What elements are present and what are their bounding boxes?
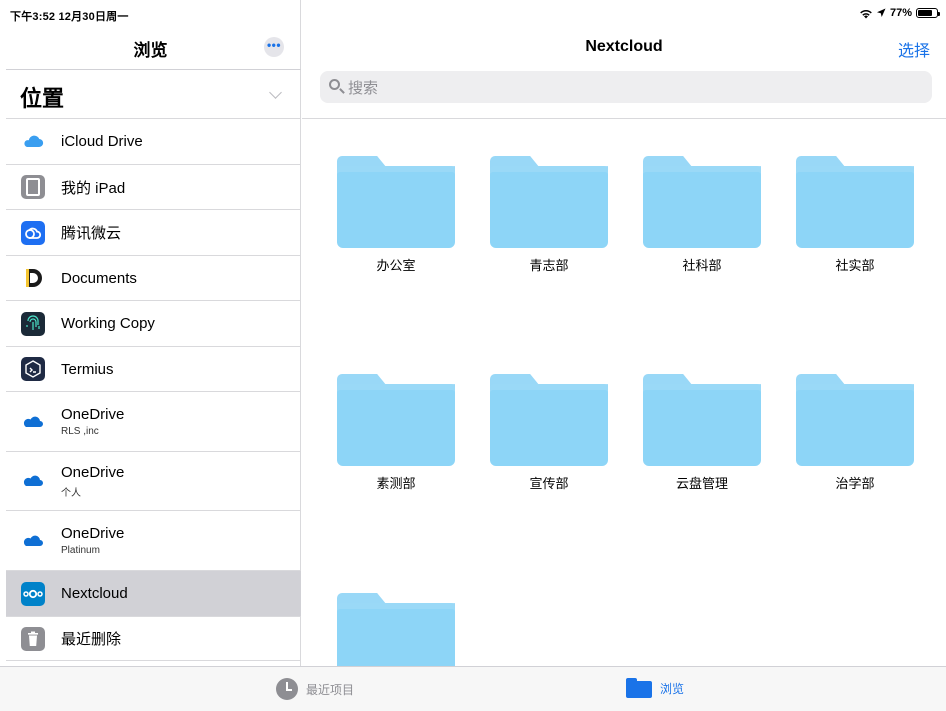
header-divider [302, 118, 946, 119]
fingerprint-icon [21, 311, 45, 336]
folder-label: 宣传部 [529, 476, 569, 491]
documents-icon [21, 266, 45, 290]
folder-label: 青志部 [529, 258, 569, 273]
folder-item[interactable]: 社科部 [634, 156, 770, 274]
tab-recents[interactable]: 最近项目 [276, 678, 354, 700]
sidebar-item-sublabel: RLS ,inc [61, 426, 99, 437]
sidebar-item-label: OneDrive [61, 406, 125, 423]
sidebar-item-onedrive-personal[interactable]: OneDrive 个人 [6, 451, 301, 510]
sidebar-item-label: OneDrive [61, 525, 125, 542]
clock-icon [276, 678, 298, 700]
sidebar-item-label: 最近删除 [61, 631, 122, 648]
locations-section-header[interactable]: 位置 [20, 81, 64, 113]
tab-browse-label: 浏览 [660, 681, 685, 696]
sidebar-item-onedrive-rls[interactable]: OneDrive RLS ,inc [6, 391, 301, 451]
folder-item[interactable]: 云盘管理 [634, 374, 770, 492]
onedrive-icon [21, 529, 45, 553]
sidebar-item-icloud-drive[interactable]: iCloud Drive [6, 118, 301, 164]
sidebar-item-label: Documents [61, 269, 137, 287]
sidebar: 浏览 ••• 位置 iCloud Drive 我的 iPad 腾讯微云 Docu… [0, 0, 301, 666]
sidebar-item-label: OneDrive [61, 463, 125, 481]
status-indicators: 77% [859, 7, 940, 19]
sidebar-item-termius[interactable]: Termius [6, 346, 301, 391]
folder-item[interactable] [328, 593, 464, 666]
weiyun-icon [21, 220, 45, 245]
folder-item[interactable]: 治学部 [787, 374, 923, 492]
folder-item[interactable]: 青志部 [481, 156, 617, 274]
sidebar-item-my-ipad[interactable]: 我的 iPad [6, 164, 301, 209]
battery-icon [916, 8, 940, 18]
more-options-button[interactable]: ••• [264, 37, 284, 57]
folder-item[interactable]: 社实部 [787, 156, 923, 274]
tab-recents-label: 最近项目 [306, 682, 355, 697]
folder-icon [796, 374, 914, 466]
folder-icon [490, 156, 608, 248]
folder-icon [643, 156, 761, 248]
sidebar-item-working-copy[interactable]: Working Copy [6, 300, 301, 346]
page-title: Nextcloud [585, 38, 663, 55]
onedrive-icon [21, 410, 45, 434]
sidebar-divider [6, 69, 301, 70]
folder-label: 社科部 [682, 258, 722, 273]
search-icon [328, 78, 346, 96]
files-app-screen: 浏览 ••• 位置 iCloud Drive 我的 iPad 腾讯微云 Docu… [0, 0, 946, 711]
status-bar: 下午3:52 12月30日周一 77% [0, 0, 946, 26]
sidebar-item-label: 我的 iPad [61, 179, 126, 197]
tab-bar: 最近项目 浏览 [0, 666, 946, 711]
termius-icon [21, 357, 45, 381]
folder-label: 社实部 [835, 258, 875, 273]
search-field[interactable]: 搜索 [320, 71, 932, 103]
sidebar-item-documents[interactable]: Documents [6, 255, 301, 300]
sidebar-item-sublabel: 个人 [61, 487, 81, 499]
sidebar-item-label: 腾讯微云 [61, 225, 122, 242]
wifi-icon [860, 9, 872, 18]
icloud-icon [21, 130, 45, 154]
folder-item[interactable]: 素测部 [328, 374, 464, 492]
sidebar-item-label: Nextcloud [61, 585, 128, 602]
folder-label: 治学部 [835, 476, 875, 491]
select-button[interactable]: 选择 [898, 37, 930, 61]
search-placeholder: 搜索 [348, 79, 379, 97]
folder-label: 云盘管理 [675, 476, 728, 491]
folder-icon [337, 374, 455, 466]
onedrive-icon [21, 469, 45, 493]
sidebar-item-weiyun[interactable]: 腾讯微云 [6, 209, 301, 255]
sidebar-item-onedrive-platinum[interactable]: OneDrive Platinum [6, 510, 301, 570]
folder-item[interactable]: 宣传部 [481, 374, 617, 492]
tab-browse[interactable]: 浏览 [626, 678, 684, 698]
sidebar-item-nextcloud[interactable]: Nextcloud [6, 570, 301, 616]
location-arrow-icon [876, 8, 886, 17]
sidebar-item-sublabel: Platinum [61, 545, 100, 556]
folder-label: 素测部 [376, 476, 416, 491]
nextcloud-icon [21, 581, 45, 606]
folder-icon [337, 156, 455, 248]
locations-list: iCloud Drive 我的 iPad 腾讯微云 Documents Work… [6, 118, 301, 661]
sidebar-item-label: iCloud Drive [61, 133, 143, 150]
status-time: 下午3:52 12月30日周一 [10, 11, 129, 23]
folder-icon [643, 374, 761, 466]
folder-icon [490, 374, 608, 466]
folder-icon [337, 593, 455, 666]
sidebar-title: 浏览 [133, 41, 168, 60]
folder-item[interactable]: 办公室 [328, 156, 464, 274]
chevron-down-icon[interactable] [269, 86, 282, 99]
ipad-icon [21, 175, 45, 199]
sidebar-item-recently-deleted[interactable]: 最近删除 [6, 616, 301, 661]
sidebar-item-label: Termius [61, 360, 114, 378]
sidebar-item-label: Working Copy [61, 315, 155, 332]
folder-icon [626, 678, 652, 698]
folder-label: 办公室 [376, 258, 416, 273]
battery-percent: 77% [889, 7, 912, 19]
trash-icon [21, 626, 45, 651]
folder-icon [796, 156, 914, 248]
main-pane: 办公室 青志部 社科部 社实部 素测部 宣传部 云盘管理 治学部 Nextclo… [302, 0, 946, 666]
